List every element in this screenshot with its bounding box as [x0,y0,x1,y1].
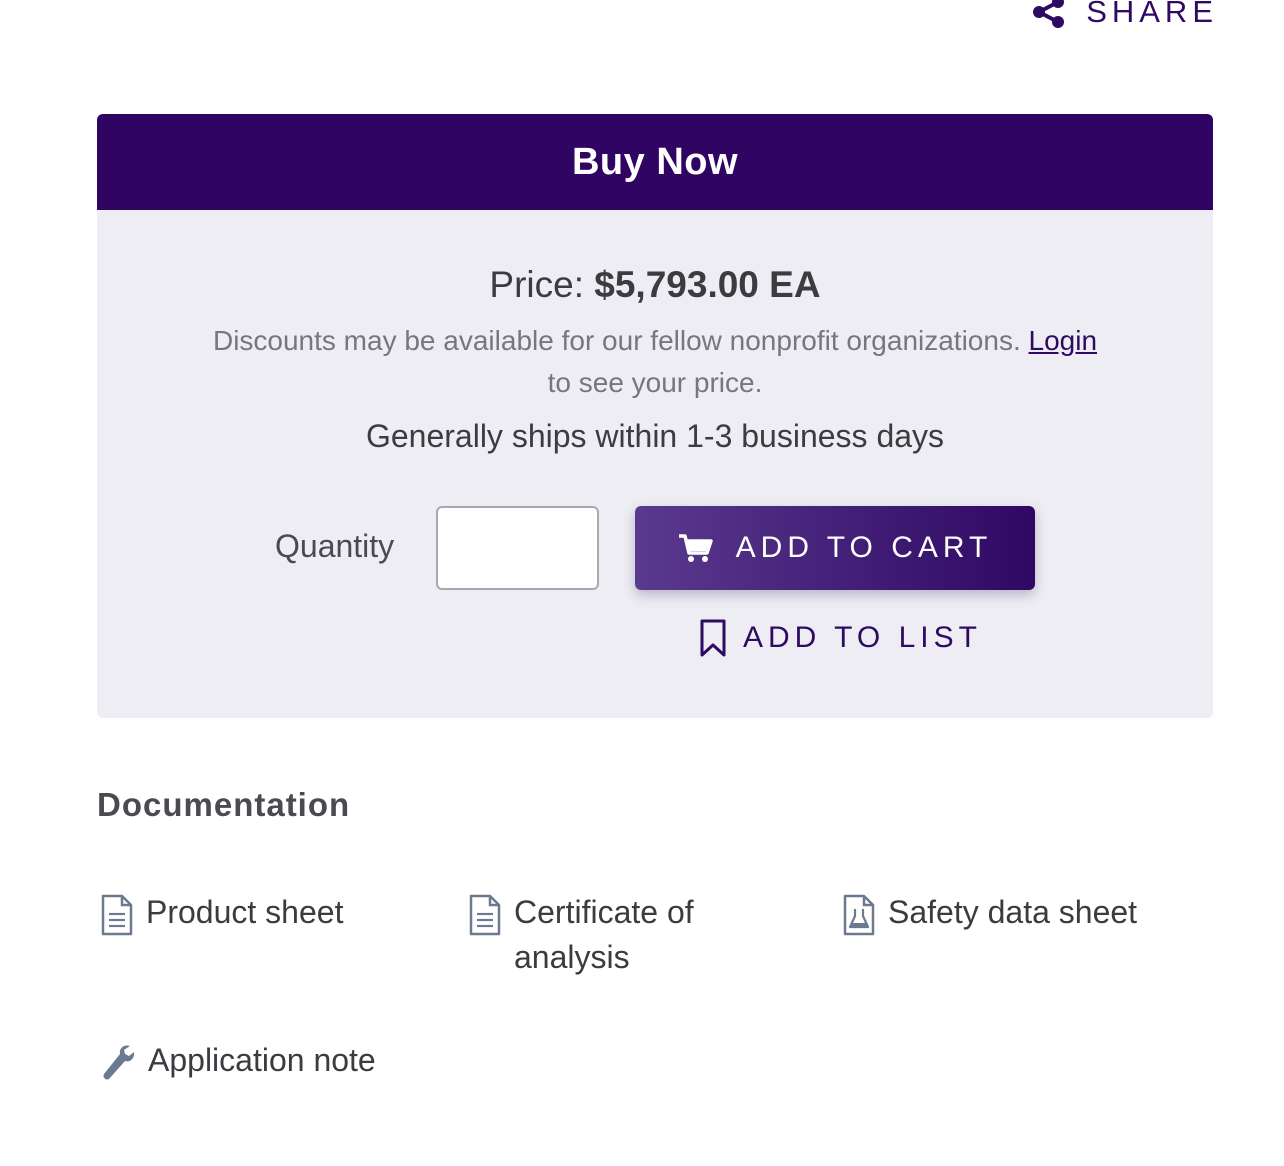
doc-link-certificate-of-analysis[interactable]: Certificate of analysis [468,890,768,980]
document-icon [469,894,501,936]
price-row: Price: $5,793.00 EA [97,264,1213,306]
document-icon [101,894,133,936]
discount-text: Discounts may be available for our fello… [212,325,1021,356]
doc-label-application-note: Application note [148,1042,376,1078]
flask-document-icon [843,894,875,936]
doc-link-safety-data-sheet[interactable]: Safety data sheet [842,890,1137,936]
add-to-list-label: ADD TO LIST [743,621,982,654]
add-to-cart-button[interactable]: ADD TO CART [635,506,1035,590]
buy-now-title: Buy Now [571,140,739,183]
discount-suffix: to see your price. [547,367,763,398]
doc-label-product-sheet: Product sheet [146,894,344,930]
discount-notice: Discounts may be available for our fello… [147,320,1163,404]
quantity-input[interactable] [436,506,599,590]
doc-label-safety-data-sheet: Safety data sheet [888,894,1138,930]
share-icon [1033,0,1065,28]
cart-icon [678,534,713,562]
share-button[interactable]: SHARE [1030,0,1218,30]
quantity-label: Quantity [275,528,395,564]
share-label: SHARE [1086,0,1218,29]
add-to-list-button[interactable]: ADD TO LIST [699,618,982,658]
price-value: $5,793.00 EA [594,264,821,305]
doc-link-product-sheet[interactable]: Product sheet [100,890,343,936]
doc-link-application-note[interactable]: Application note [100,1038,376,1084]
bookmark-icon [700,619,726,657]
documentation-heading: Documentation [97,786,351,823]
buy-now-header: Buy Now [97,114,1213,210]
buy-now-panel: Buy Now Price: $5,793.00 EA Discounts ma… [97,114,1213,718]
add-to-cart-label: ADD TO CART [735,531,993,564]
product-purchase-page: SHARE Buy Now Price: $5,793.00 EA Discou… [0,0,1284,1166]
wrench-icon [103,1045,135,1080]
login-link[interactable]: Login [1029,325,1098,356]
doc-label-certificate-of-analysis: Certificate of analysis [514,894,694,975]
price-label: Price: [489,264,584,305]
shipping-info: Generally ships within 1-3 business days [365,418,945,454]
